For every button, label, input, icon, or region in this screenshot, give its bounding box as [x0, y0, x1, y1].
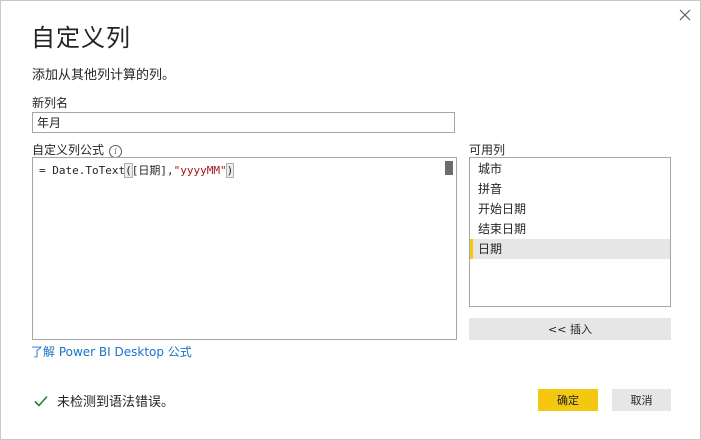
text-caret [233, 163, 235, 176]
column-item-end-date[interactable]: 结束日期 [470, 219, 670, 239]
cancel-button[interactable]: 取消 [612, 389, 671, 411]
available-columns-list[interactable]: 城市 拼音 开始日期 结束日期 日期 [469, 157, 671, 307]
formula-label: 自定义列公式 [32, 143, 105, 157]
available-columns-label: 可用列 [469, 143, 506, 157]
column-item-date[interactable]: 日期 [470, 239, 670, 259]
new-column-name-label: 新列名 [32, 96, 69, 110]
custom-column-dialog: 自定义列 添加从其他列计算的列。 新列名 自定义列公式i = Date.ToTe… [0, 0, 701, 440]
scrollbar-thumb[interactable] [445, 161, 453, 175]
syntax-status: 未检测到语法错误。 [33, 391, 174, 410]
syntax-status-text: 未检测到语法错误。 [57, 395, 175, 410]
column-item-start-date[interactable]: 开始日期 [470, 199, 670, 219]
formula-scrollbar[interactable] [443, 158, 456, 339]
insert-button[interactable]: << 插入 [469, 318, 671, 340]
checkmark-icon [34, 395, 48, 407]
dialog-title: 自定义列 [31, 24, 131, 52]
formula-string-literal: "yyyyMM" [173, 164, 227, 177]
column-item-city[interactable]: 城市 [470, 159, 670, 179]
new-column-name-input[interactable] [32, 112, 455, 133]
formula-open-paren: ( [124, 163, 133, 178]
formula-close-paren: ) [225, 163, 235, 178]
formula-arg: [日期], [131, 164, 174, 177]
dialog-subtitle: 添加从其他列计算的列。 [32, 68, 176, 83]
formula-label-row: 自定义列公式 i [32, 141, 123, 158]
column-item-pinyin[interactable]: 拼音 [470, 179, 670, 199]
formula-editor[interactable]: = Date.ToText([日期],"yyyyMM") [32, 157, 457, 340]
formula-prefix: = Date.ToText [39, 164, 126, 177]
formula-text[interactable]: = Date.ToText([日期],"yyyyMM") [39, 162, 235, 178]
ok-button[interactable]: 确定 [538, 389, 598, 411]
close-icon [679, 9, 691, 21]
learn-formulas-link[interactable]: 了解 Power BI Desktop 公式 [31, 343, 192, 360]
close-button[interactable] [677, 7, 693, 23]
